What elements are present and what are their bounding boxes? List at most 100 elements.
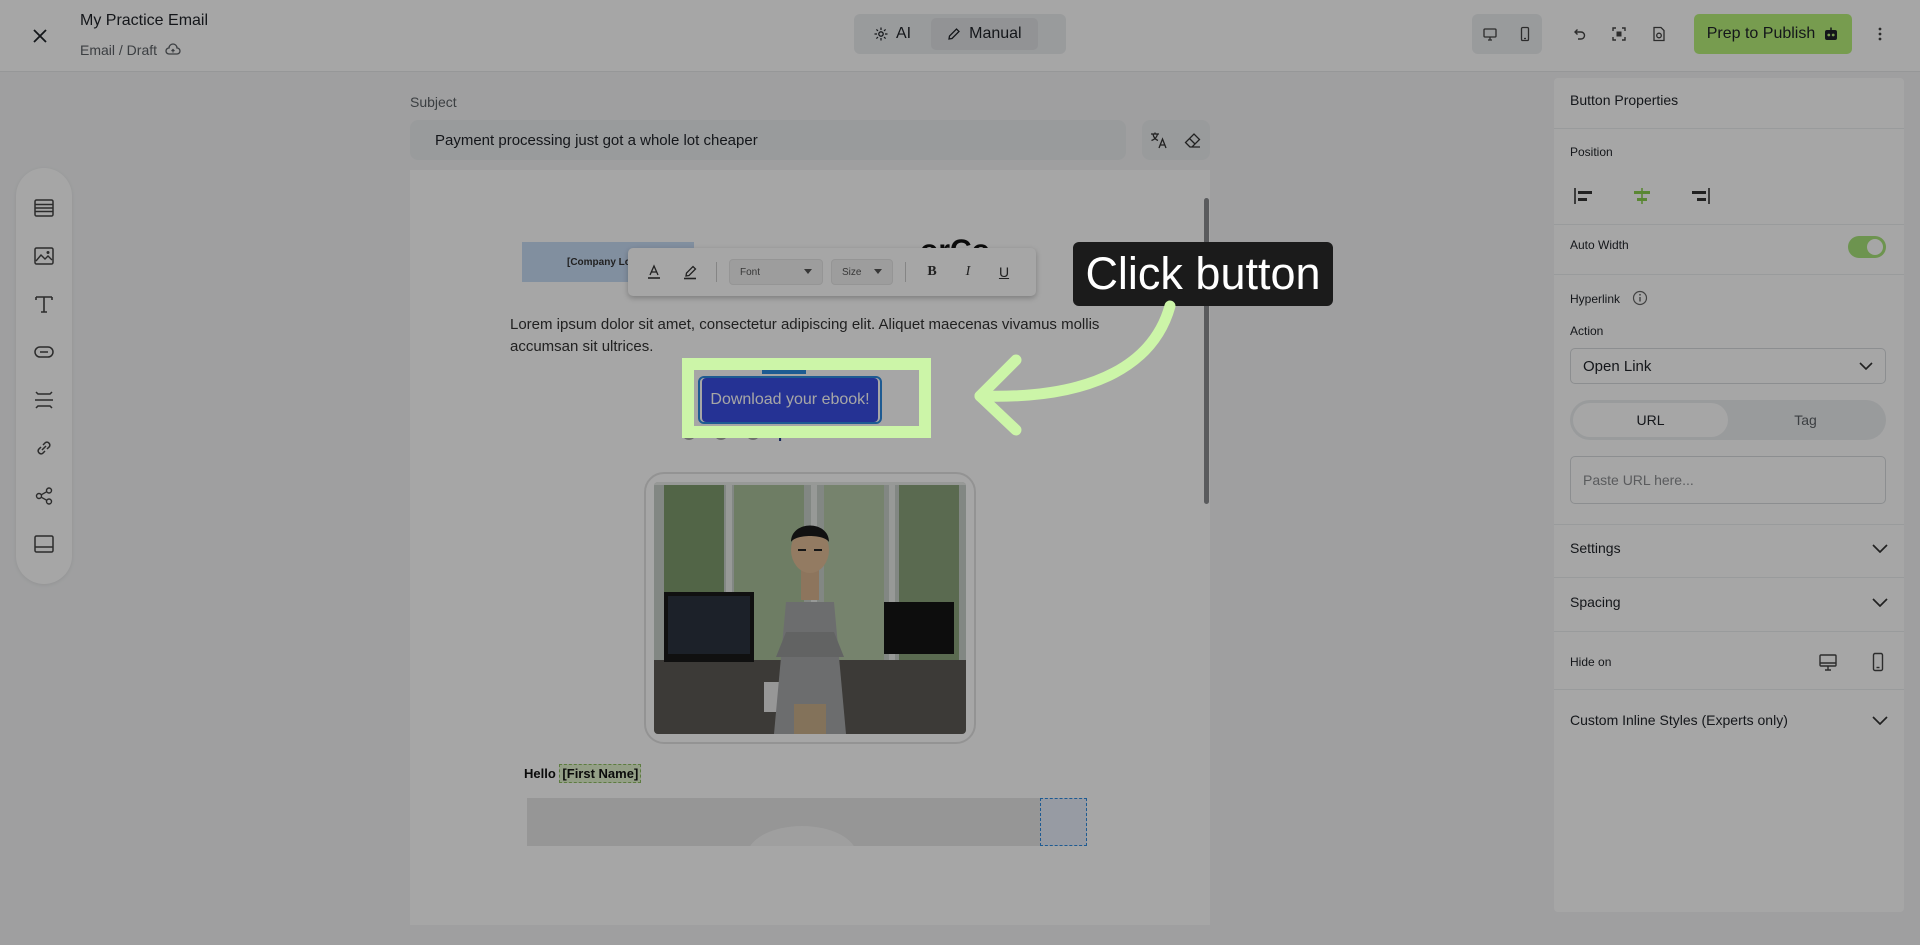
subject-input[interactable]: [410, 120, 1126, 160]
chevron-down-icon: [1859, 362, 1873, 370]
subject-tools: [1142, 120, 1210, 160]
close-icon[interactable]: [28, 24, 52, 48]
subject-label: Subject: [410, 94, 457, 110]
cloud-sync-icon: [165, 43, 181, 57]
robot-icon: [1823, 26, 1839, 42]
content-block[interactable]: [527, 798, 1087, 846]
custom-styles-section-toggle[interactable]: Custom Inline Styles (Experts only): [1554, 693, 1904, 747]
eraser-icon[interactable]: [1179, 126, 1207, 154]
top-bar: My Practice Email Email / Draft AI Manua…: [0, 0, 1920, 72]
action-select-value: Open Link: [1583, 357, 1652, 375]
link-block-icon[interactable]: [30, 434, 58, 462]
hide-on-label: Hide on: [1570, 655, 1612, 669]
hide-on-row: Hide on: [1554, 635, 1904, 689]
tag-tab[interactable]: Tag: [1728, 403, 1883, 437]
custom-styles-label: Custom Inline Styles (Experts only): [1570, 712, 1788, 728]
hide-mobile-icon[interactable]: [1868, 652, 1888, 672]
rows-block-icon[interactable]: [30, 194, 58, 222]
translate-icon[interactable]: [1145, 126, 1173, 154]
link-type-toggle: URL Tag: [1570, 400, 1886, 440]
spacing-label: Spacing: [1570, 594, 1621, 610]
sparkle-icon: [874, 27, 888, 41]
align-right-icon[interactable]: [1686, 182, 1714, 210]
publish-label: Prep to Publish: [1706, 25, 1816, 42]
toggle-knob: [1867, 239, 1883, 255]
size-dropdown[interactable]: Size: [831, 259, 893, 285]
highlight-ring: [682, 358, 931, 438]
position-label: Position: [1570, 145, 1613, 159]
hero-image-block[interactable]: [644, 472, 976, 744]
greeting-prefix: Hello: [524, 766, 556, 781]
underline-button[interactable]: U: [990, 258, 1018, 286]
align-center-icon[interactable]: [1628, 182, 1656, 210]
text-format-toolbar: Font Size B I U: [628, 248, 1036, 296]
button-block-icon[interactable]: [30, 338, 58, 366]
mode-manual-label: Manual: [969, 25, 1022, 42]
toolbar-divider: [716, 262, 717, 282]
undo-icon[interactable]: [1565, 20, 1593, 48]
tutorial-callout: Click button: [1073, 242, 1333, 306]
toolbar-divider: [905, 262, 906, 282]
auto-width-toggle[interactable]: [1848, 236, 1886, 258]
breadcrumb-text: Email / Draft: [80, 42, 158, 58]
font-dropdown[interactable]: Font: [729, 259, 823, 285]
chevron-down-icon: [1872, 543, 1888, 553]
footer-block-icon[interactable]: [30, 530, 58, 558]
text-block-icon[interactable]: [30, 290, 58, 318]
mode-ai-button[interactable]: AI: [858, 18, 927, 50]
divider-block-icon[interactable]: [30, 386, 58, 414]
highlight-color-icon[interactable]: [676, 258, 704, 286]
hide-on-devices: [1818, 652, 1888, 672]
auto-width-label: Auto Width: [1570, 238, 1629, 252]
first-name-merge-tag[interactable]: [First Name]: [559, 764, 642, 783]
bold-button[interactable]: B: [918, 258, 946, 286]
panel-title: Button Properties: [1570, 92, 1679, 108]
mode-ai-label: AI: [896, 25, 912, 42]
drop-zone-cell[interactable]: [1040, 798, 1087, 846]
mobile-view-icon[interactable]: [1511, 20, 1539, 48]
spacing-section-toggle[interactable]: Spacing: [1554, 575, 1904, 629]
more-options-icon[interactable]: [1866, 20, 1894, 48]
panel-divider: [1554, 689, 1904, 690]
settings-label: Settings: [1570, 540, 1621, 556]
action-select[interactable]: Open Link: [1570, 348, 1886, 384]
greeting-line[interactable]: Hello [First Name]: [524, 764, 642, 783]
social-block-icon[interactable]: [30, 482, 58, 510]
caret-down-icon: [804, 269, 812, 275]
text-color-icon[interactable]: [640, 258, 668, 286]
panel-divider: [1554, 631, 1904, 632]
hide-desktop-icon[interactable]: [1818, 652, 1838, 672]
panel-divider: [1554, 274, 1904, 275]
mode-manual-button[interactable]: Manual: [931, 18, 1038, 50]
chevron-down-icon: [1872, 715, 1888, 725]
info-icon[interactable]: [1632, 290, 1648, 306]
breadcrumb: Email / Draft: [80, 42, 181, 58]
preview-icon[interactable]: [1645, 20, 1673, 48]
prep-to-publish-button[interactable]: Prep to Publish: [1694, 14, 1852, 54]
button-properties-panel: Button Properties Position Auto Width Hy…: [1554, 78, 1904, 912]
hyperlink-label: Hyperlink: [1570, 292, 1621, 306]
action-label: Action: [1570, 324, 1604, 338]
pencil-icon: [947, 27, 961, 41]
person-photo: [654, 482, 966, 734]
settings-section-toggle[interactable]: Settings: [1554, 521, 1904, 575]
size-dropdown-label: Size: [842, 266, 862, 278]
email-title: My Practice Email: [80, 12, 209, 29]
device-preview-toggle: [1472, 14, 1542, 54]
image-block-icon[interactable]: [30, 242, 58, 270]
desktop-view-icon[interactable]: [1476, 20, 1504, 48]
fullscreen-icon[interactable]: [1605, 20, 1633, 48]
panel-divider: [1554, 128, 1904, 129]
url-input[interactable]: [1570, 456, 1886, 504]
panel-divider: [1554, 224, 1904, 225]
block-tool-rail: [16, 168, 72, 584]
chevron-down-icon: [1872, 597, 1888, 607]
mode-toggle: AI Manual: [854, 14, 1066, 54]
font-dropdown-label: Font: [740, 266, 761, 278]
position-options: [1570, 182, 1740, 214]
url-tab[interactable]: URL: [1573, 403, 1728, 437]
tutorial-arrow: [974, 300, 1176, 436]
caret-down-icon: [874, 269, 882, 275]
italic-button[interactable]: I: [954, 258, 982, 286]
align-left-icon[interactable]: [1570, 182, 1598, 210]
